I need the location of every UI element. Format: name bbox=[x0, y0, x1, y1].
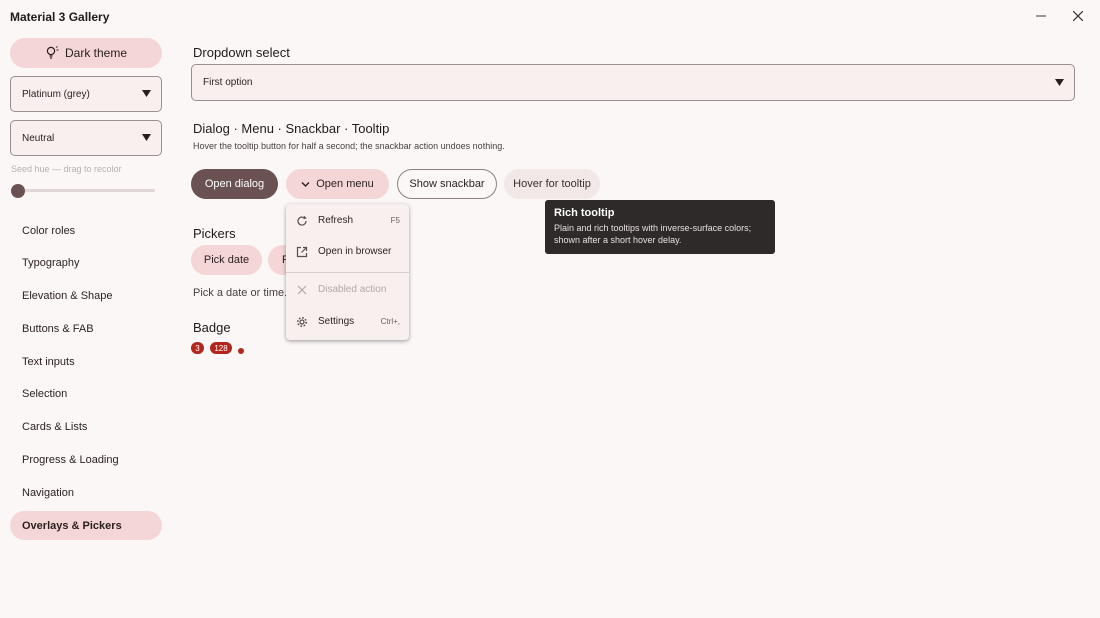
app-title: Material 3 Gallery bbox=[10, 10, 110, 24]
sidebar-item-label: Typography bbox=[22, 257, 80, 270]
dropdown-select[interactable]: First option bbox=[191, 64, 1075, 101]
sidebar-item-overlays-pickers[interactable]: Overlays & Pickers bbox=[10, 511, 162, 541]
palette-select[interactable]: Platinum (grey) bbox=[10, 76, 162, 112]
dropdown-caret-icon bbox=[142, 134, 151, 141]
sidebar-item-label: Buttons & FAB bbox=[22, 322, 94, 335]
refresh-icon bbox=[295, 214, 309, 228]
sidebar-item-typography[interactable]: Typography bbox=[10, 249, 162, 278]
dropdown-caret-icon bbox=[142, 90, 151, 97]
sidebar-item-navigation[interactable]: Navigation bbox=[10, 478, 162, 507]
title-bar: Material 3 Gallery bbox=[0, 0, 1100, 34]
menu-item-label: Refresh bbox=[318, 215, 354, 226]
close-button[interactable] bbox=[1065, 6, 1091, 26]
menu-item-shortcut: F5 bbox=[390, 216, 400, 225]
hover-tooltip-label: Hover for tooltip bbox=[513, 178, 591, 190]
seed-hue-label: Seed hue — drag to recolor bbox=[11, 164, 122, 174]
seed-hue-slider-track[interactable] bbox=[17, 189, 155, 192]
lightbulb-icon bbox=[46, 46, 59, 59]
show-snackbar-label: Show snackbar bbox=[409, 178, 485, 190]
sidebar-item-selection[interactable]: Selection bbox=[10, 380, 162, 409]
gear-icon bbox=[295, 315, 309, 329]
menu-item-label: Disabled action bbox=[318, 284, 387, 295]
badge-dot bbox=[238, 348, 244, 354]
sidebar-item-cards-lists[interactable]: Cards & Lists bbox=[10, 413, 162, 442]
sidebar-item-color-roles[interactable]: Color roles bbox=[10, 216, 162, 245]
sidebar-item-label: Navigation bbox=[22, 486, 74, 499]
dark-theme-label: Dark theme bbox=[64, 46, 128, 60]
pickers-hint: Pick a date or time. bbox=[193, 287, 288, 299]
sidebar-item-elevation-shape[interactable]: Elevation & Shape bbox=[10, 282, 162, 311]
minimize-button[interactable] bbox=[1028, 6, 1054, 26]
minimize-icon bbox=[1036, 15, 1046, 17]
menu-item-settings[interactable]: Settings Ctrl+, bbox=[286, 309, 409, 335]
sidebar-item-label: Selection bbox=[22, 388, 68, 401]
dropdown-select-value: First option bbox=[203, 77, 253, 88]
menu-item-open-in-browser[interactable]: Open in browser bbox=[286, 239, 409, 265]
tooltip-body: Plain and rich tooltips with inverse-sur… bbox=[554, 223, 752, 245]
menu-divider bbox=[286, 272, 409, 273]
dark-theme-button[interactable]: Dark theme bbox=[10, 38, 162, 68]
pick-date-label: Pick date bbox=[203, 254, 250, 266]
hover-tooltip-button[interactable]: Hover for tooltip bbox=[504, 169, 600, 199]
sidebar-item-label: Text inputs bbox=[22, 355, 75, 368]
menu-item-refresh[interactable]: Refresh F5 bbox=[286, 208, 409, 234]
open-dialog-button[interactable]: Open dialog bbox=[191, 169, 278, 199]
open-menu-button[interactable]: Open menu bbox=[286, 169, 389, 199]
rich-tooltip: Rich tooltip Plain and rich tooltips wit… bbox=[545, 200, 775, 254]
sidebar-item-buttons-fab[interactable]: Buttons & FAB bbox=[10, 314, 162, 343]
menu-item-shortcut: Ctrl+, bbox=[380, 317, 400, 326]
badge-small: 3 bbox=[191, 342, 204, 354]
sidebar-item-label: Progress & Loading bbox=[22, 454, 119, 467]
sidebar-item-text-inputs[interactable]: Text inputs bbox=[10, 347, 162, 376]
dropdown-caret-icon bbox=[1055, 79, 1064, 86]
menu-item-disabled-action: Disabled action bbox=[286, 277, 409, 303]
sidebar-item-label: Cards & Lists bbox=[22, 421, 88, 434]
seed-hue-slider-thumb[interactable] bbox=[11, 184, 25, 198]
open-menu-label: Open menu bbox=[316, 178, 374, 190]
menu-item-label: Settings bbox=[318, 316, 355, 327]
variant-select[interactable]: Neutral bbox=[10, 120, 162, 156]
sidebar-nav: Color roles Typography Elevation & Shape… bbox=[10, 216, 162, 544]
overlays-section-title: Dialog · Menu · Snackbar · Tooltip bbox=[193, 121, 390, 136]
open-dialog-label: Open dialog bbox=[204, 178, 265, 190]
variant-select-value: Neutral bbox=[22, 132, 55, 144]
sidebar-item-label: Overlays & Pickers bbox=[22, 519, 122, 532]
pickers-section-title: Pickers bbox=[193, 226, 236, 241]
pick-date-button[interactable]: Pick date bbox=[191, 245, 262, 275]
dropdown-section-title: Dropdown select bbox=[193, 45, 290, 60]
overlays-section-subtitle: Hover the tooltip button for half a seco… bbox=[193, 141, 505, 151]
open-external-icon bbox=[295, 245, 309, 259]
sidebar-item-label: Color roles bbox=[22, 224, 76, 237]
context-menu: Refresh F5 Open in browser Disabled acti… bbox=[286, 204, 409, 340]
close-icon bbox=[1073, 11, 1083, 21]
show-snackbar-button[interactable]: Show snackbar bbox=[397, 169, 497, 199]
badge-large: 128 bbox=[210, 342, 232, 354]
menu-item-label: Open in browser bbox=[318, 246, 392, 257]
tooltip-title: Rich tooltip bbox=[554, 207, 615, 219]
close-icon bbox=[295, 283, 309, 297]
sidebar-item-progress-loading[interactable]: Progress & Loading bbox=[10, 446, 162, 475]
badge-section-title: Badge bbox=[193, 320, 231, 335]
palette-select-value: Platinum (grey) bbox=[22, 88, 90, 100]
sidebar-item-label: Elevation & Shape bbox=[22, 290, 113, 303]
chevron-down-icon bbox=[301, 181, 310, 187]
